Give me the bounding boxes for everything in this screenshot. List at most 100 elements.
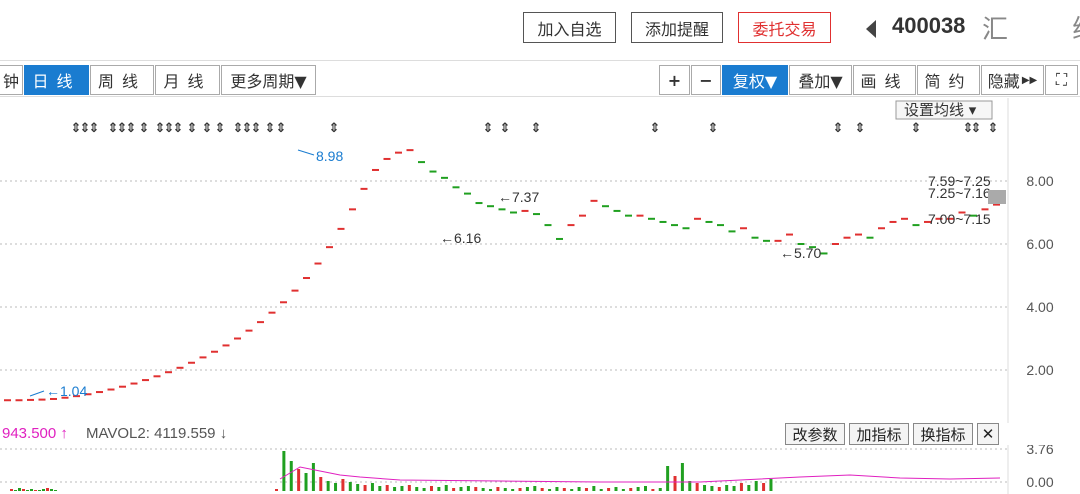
volume-bar (496, 487, 500, 491)
event-marker-icon: ⇕ (988, 120, 999, 135)
volume-bar (10, 489, 13, 491)
more-periods-dropdown[interactable]: 更多周期▼ (221, 65, 316, 95)
add-alert-button[interactable]: 添加提醒 (631, 12, 723, 43)
volume-bar (658, 488, 662, 491)
add-to-watchlist-button[interactable]: 加入自选 (523, 12, 616, 43)
volume-chart: 3.76 0.00 (0, 445, 1054, 494)
stock-name: 汇 绿 (982, 15, 1080, 45)
tab-monthly-label: 月线 (163, 72, 212, 91)
event-marker-icon: ⇕ (187, 120, 198, 135)
ma-settings-button[interactable]: 设置均线 ▾ (895, 100, 993, 120)
event-marker-icon: ⇕ (833, 120, 844, 135)
restore-rights-dropdown[interactable]: 复权▼ (722, 65, 788, 95)
zoom-in-button[interactable]: + (659, 65, 690, 95)
event-marker-icon: ⇕ (173, 120, 184, 135)
zoom-out-button[interactable]: − (691, 65, 721, 95)
volume-bar (38, 490, 41, 491)
volume-bar (319, 477, 323, 491)
volume-bar (356, 484, 360, 491)
y-axis: 8.00 6.00 4.00 2.00 (1026, 173, 1053, 378)
event-marker-icon: ⇕ (971, 120, 982, 135)
high-mid-annotation: ←7.37 (498, 189, 539, 205)
volume-bar (474, 487, 478, 491)
volume-bar (525, 487, 529, 491)
hide-button[interactable]: 隐藏 ▶▶ (981, 65, 1044, 95)
tab-minute[interactable]: 钟 (0, 65, 23, 95)
volume-bar (584, 488, 588, 491)
event-marker-icon: ⇕ (276, 120, 287, 135)
event-marker-icon: ⇕ (500, 120, 511, 135)
volume-bar (466, 486, 470, 491)
tab-monthly[interactable]: 月线 (155, 65, 220, 95)
event-marker-icon: ⇕ (329, 120, 340, 135)
volume-bar (570, 489, 574, 491)
vol-tick-label: 0.00 (1026, 474, 1053, 490)
volume-bar (42, 489, 45, 491)
double-arrow-icon: ▶▶ (1021, 74, 1038, 86)
event-marker-icon: ⇕ (251, 120, 262, 135)
volume-bar (621, 489, 625, 491)
simple-mode-button[interactable]: 简约 (917, 65, 980, 95)
trade-button[interactable]: 委托交易 (738, 12, 831, 43)
event-marker-icon: ⇕ (202, 120, 213, 135)
volume-bar (762, 483, 766, 491)
volume-bar (422, 488, 426, 491)
volume-bar (30, 489, 33, 491)
volume-bar (437, 487, 441, 491)
fullscreen-icon[interactable]: ⛶ (1045, 65, 1078, 95)
volume-value: 943.500 ↑ (2, 425, 68, 442)
period-toolbar: 钟 日线 周线 月线 更多周期▼ + − 复权▼ 叠加▼ 画线 简约 隐藏 ▶▶… (0, 60, 1080, 97)
volume-bar (400, 486, 404, 491)
volume-bar (614, 487, 618, 491)
switch-indicator-button[interactable]: 换指标 (913, 423, 973, 445)
volume-bar (511, 489, 515, 491)
volume-bar (651, 489, 655, 491)
y-tick-label: 2.00 (1026, 362, 1053, 378)
close-icon[interactable]: ✕ (977, 423, 999, 445)
volume-bar (407, 485, 411, 491)
volume-bar (22, 489, 25, 491)
volume-bar (459, 487, 463, 491)
volume-bar (754, 481, 758, 491)
event-marker-icon: ⇕ (911, 120, 922, 135)
change-params-button[interactable]: 改参数 (785, 423, 845, 445)
volume-bar (363, 485, 367, 491)
volume-bars (10, 451, 1001, 491)
volume-bar (717, 487, 721, 491)
volume-bar (533, 486, 537, 491)
volume-bar (489, 489, 493, 491)
mavol2-value: MAVOL2: 4119.559 ↓ (86, 425, 228, 442)
volume-bar (695, 483, 699, 491)
volume-bar (452, 488, 456, 491)
top-bar: 加入自选 添加提醒 委托交易 400038 汇 绿 (0, 0, 1080, 58)
volume-bar (481, 488, 485, 491)
volume-bar (46, 488, 49, 491)
draw-line-button[interactable]: 画线 (853, 65, 916, 95)
tab-weekly[interactable]: 周线 (90, 65, 154, 95)
volume-bar (680, 463, 684, 491)
volume-bar (592, 486, 596, 491)
volume-indicator-header: 943.500 ↑ MAVOL2: 4119.559 ↓ 改参数 加指标 换指标… (0, 423, 1010, 445)
price-range-box (988, 190, 1006, 204)
chart-grid (0, 98, 1009, 423)
draw-line-label: 画线 (860, 72, 909, 91)
overlay-dropdown[interactable]: 叠加▼ (789, 65, 852, 95)
price-chart: ⇕⇕⇕ ⇕⇕⇕ ⇕ ⇕⇕⇕ ⇕ ⇕ ⇕ ⇕⇕⇕ ⇕ ⇕ ⇕ ⇕ ⇕ ⇕ ⇕ ⇕ ⇕ ⇕ ⇕ ⇕⇕ ⇕ 8.98 ←1.04… (0, 98, 1054, 423)
high-arrow (297, 149, 315, 156)
tab-daily[interactable]: 日线 (24, 65, 89, 95)
event-marker-icon: ⇕ (531, 120, 542, 135)
volume-bar (636, 487, 640, 491)
volume-bar (34, 490, 37, 491)
stock-code: 400038 (892, 13, 966, 38)
price-series (4, 149, 1000, 402)
volume-bar (725, 485, 729, 491)
volume-bar (26, 490, 29, 491)
volume-bar (348, 482, 352, 491)
add-indicator-button[interactable]: 加指标 (849, 423, 909, 445)
volume-bar (54, 490, 57, 491)
back-arrow-icon[interactable] (866, 20, 876, 38)
y-tick-label: 4.00 (1026, 299, 1053, 315)
volume-bar (747, 485, 751, 491)
event-marker-icon: ⇕ (483, 120, 494, 135)
volume-bar (304, 473, 308, 491)
